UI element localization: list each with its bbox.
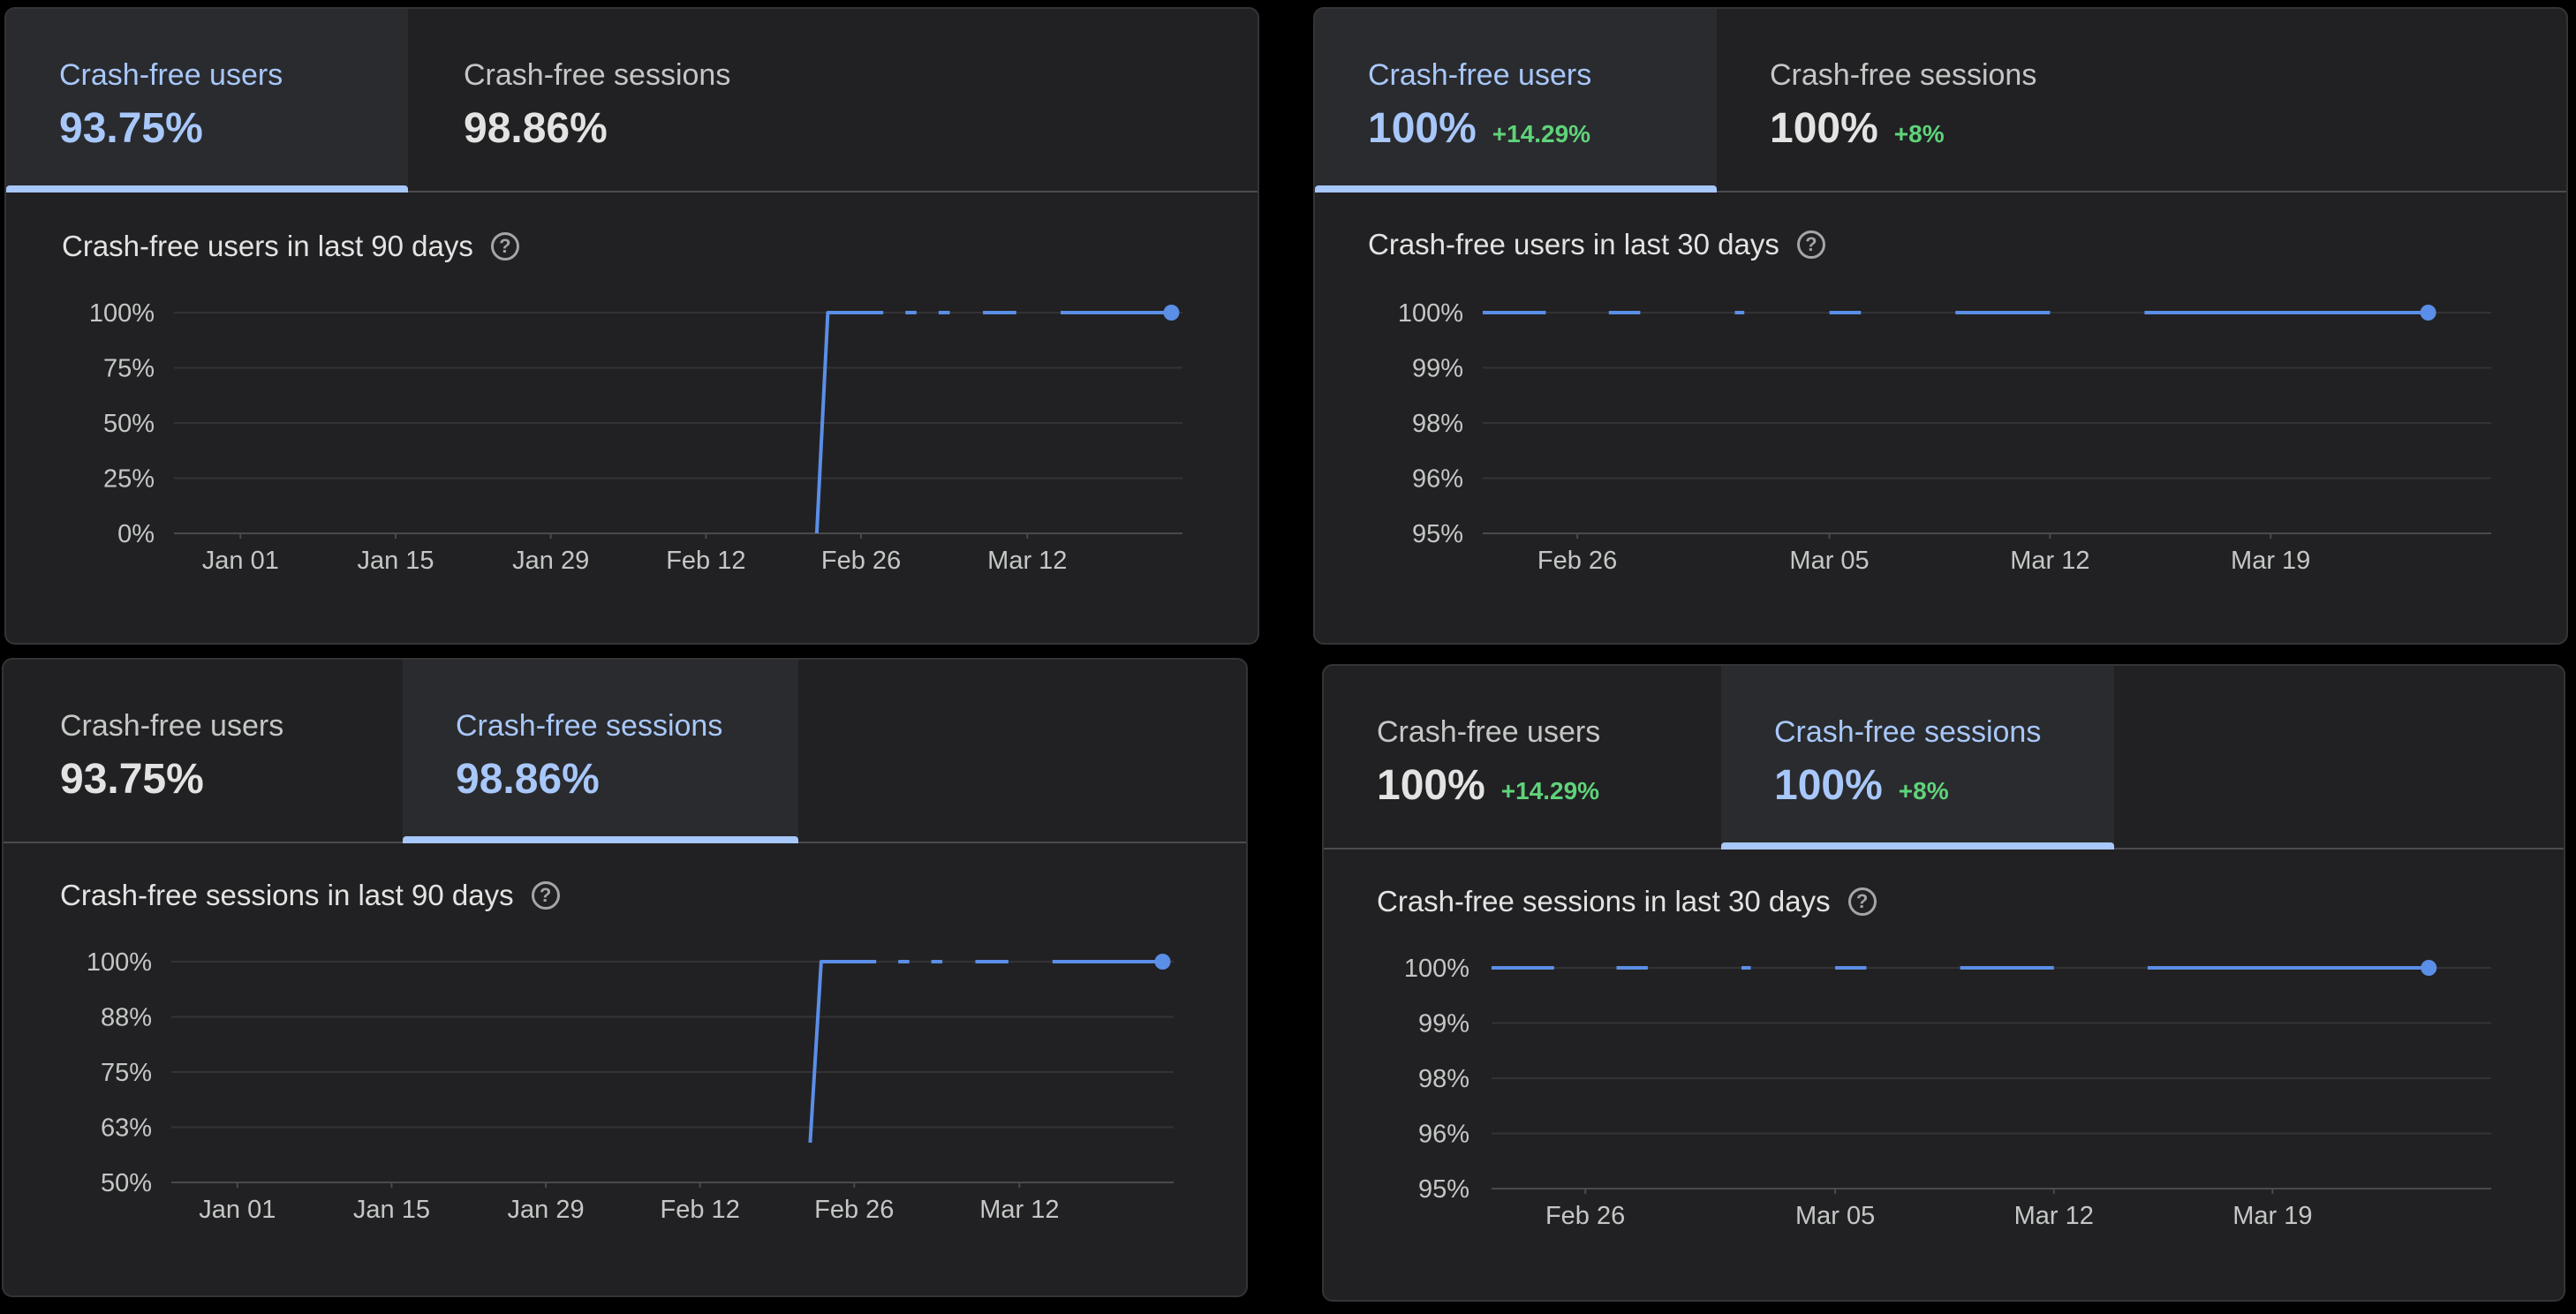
y-tick-label: 75% bbox=[101, 1059, 152, 1087]
last-data-point bbox=[2421, 960, 2437, 976]
x-tick-label: Jan 01 bbox=[199, 1196, 276, 1224]
y-tick-label: 100% bbox=[87, 948, 152, 977]
y-tick-label: 96% bbox=[1412, 465, 1463, 494]
x-tick-label: Mar 12 bbox=[979, 1196, 1059, 1224]
y-tick-label: 100% bbox=[89, 299, 155, 328]
x-tick-label: Jan 15 bbox=[357, 547, 434, 575]
chart: 0% 25% 50% 75% 100% Jan 01 Jan 15 Jan 29 Feb 12 F… bbox=[89, 299, 1182, 575]
x-tick-label: Feb 12 bbox=[666, 547, 745, 575]
x-tick-label: Jan 15 bbox=[353, 1196, 430, 1224]
y-tick-label: 95% bbox=[1418, 1175, 1469, 1204]
chart: 50% 63% 75% 88% 100% Jan 01 Jan 15 Jan 29 Feb 12… bbox=[87, 948, 1174, 1224]
x-tick-label: Jan 29 bbox=[512, 547, 589, 575]
crash-free-sessions-30d-panel: Crash-free users 100% +14.29% Crash-free … bbox=[1322, 664, 2565, 1302]
y-tick-label: 99% bbox=[1418, 1010, 1469, 1038]
y-tick-label: 75% bbox=[103, 355, 155, 383]
y-tick-label: 63% bbox=[101, 1114, 152, 1143]
x-tick-label: Mar 12 bbox=[987, 547, 1067, 575]
last-data-point bbox=[1154, 954, 1171, 970]
y-tick-label: 50% bbox=[103, 410, 155, 438]
y-tick-label: 100% bbox=[1404, 955, 1469, 983]
x-tick-label: Feb 26 bbox=[821, 547, 901, 575]
x-tick-label: Jan 01 bbox=[202, 547, 279, 575]
y-tick-label: 100% bbox=[1398, 299, 1463, 328]
y-tick-label: 88% bbox=[101, 1004, 152, 1032]
x-tick-label: Feb 12 bbox=[661, 1196, 740, 1224]
x-tick-label: Jan 29 bbox=[508, 1196, 585, 1224]
crash-free-users-90d-panel: Crash-free users 93.75% Crash-free sessi… bbox=[4, 7, 1259, 645]
chart: 95% 96% 98% 99% 100% Feb 26 Mar 05 Mar 12 Mar 19 bbox=[1404, 955, 2491, 1230]
x-tick-label: Feb 26 bbox=[1545, 1202, 1625, 1230]
y-tick-label: 99% bbox=[1412, 355, 1463, 383]
y-tick-label: 25% bbox=[103, 465, 155, 494]
x-tick-label: Mar 05 bbox=[1795, 1202, 1875, 1230]
x-tick-label: Mar 19 bbox=[2232, 1202, 2312, 1230]
x-tick-label: Feb 26 bbox=[1537, 547, 1617, 575]
crash-free-users-30d-panel: Crash-free users 100% +14.29% Crash-free … bbox=[1313, 7, 2568, 645]
y-tick-label: 50% bbox=[101, 1169, 152, 1197]
x-tick-label: Mar 12 bbox=[2010, 547, 2089, 575]
last-data-point bbox=[1163, 305, 1180, 321]
y-tick-label: 95% bbox=[1412, 520, 1463, 548]
x-tick-label: Mar 12 bbox=[2014, 1202, 2094, 1230]
last-data-point bbox=[2420, 305, 2436, 321]
x-tick-label: Feb 26 bbox=[814, 1196, 894, 1224]
y-tick-label: 98% bbox=[1418, 1065, 1469, 1093]
y-tick-label: 98% bbox=[1412, 410, 1463, 438]
series-line-segment bbox=[808, 960, 877, 1144]
x-tick-label: Mar 05 bbox=[1789, 547, 1869, 575]
y-tick-label: 0% bbox=[117, 520, 155, 548]
x-tick-label: Mar 19 bbox=[2231, 547, 2310, 575]
y-tick-label: 96% bbox=[1418, 1121, 1469, 1149]
crash-free-sessions-90d-panel: Crash-free users 93.75% Crash-free sessi… bbox=[2, 658, 1248, 1297]
chart: 95% 96% 98% 99% 100% Feb 26 Mar 05 Mar 12 Mar 19 bbox=[1398, 299, 2491, 575]
